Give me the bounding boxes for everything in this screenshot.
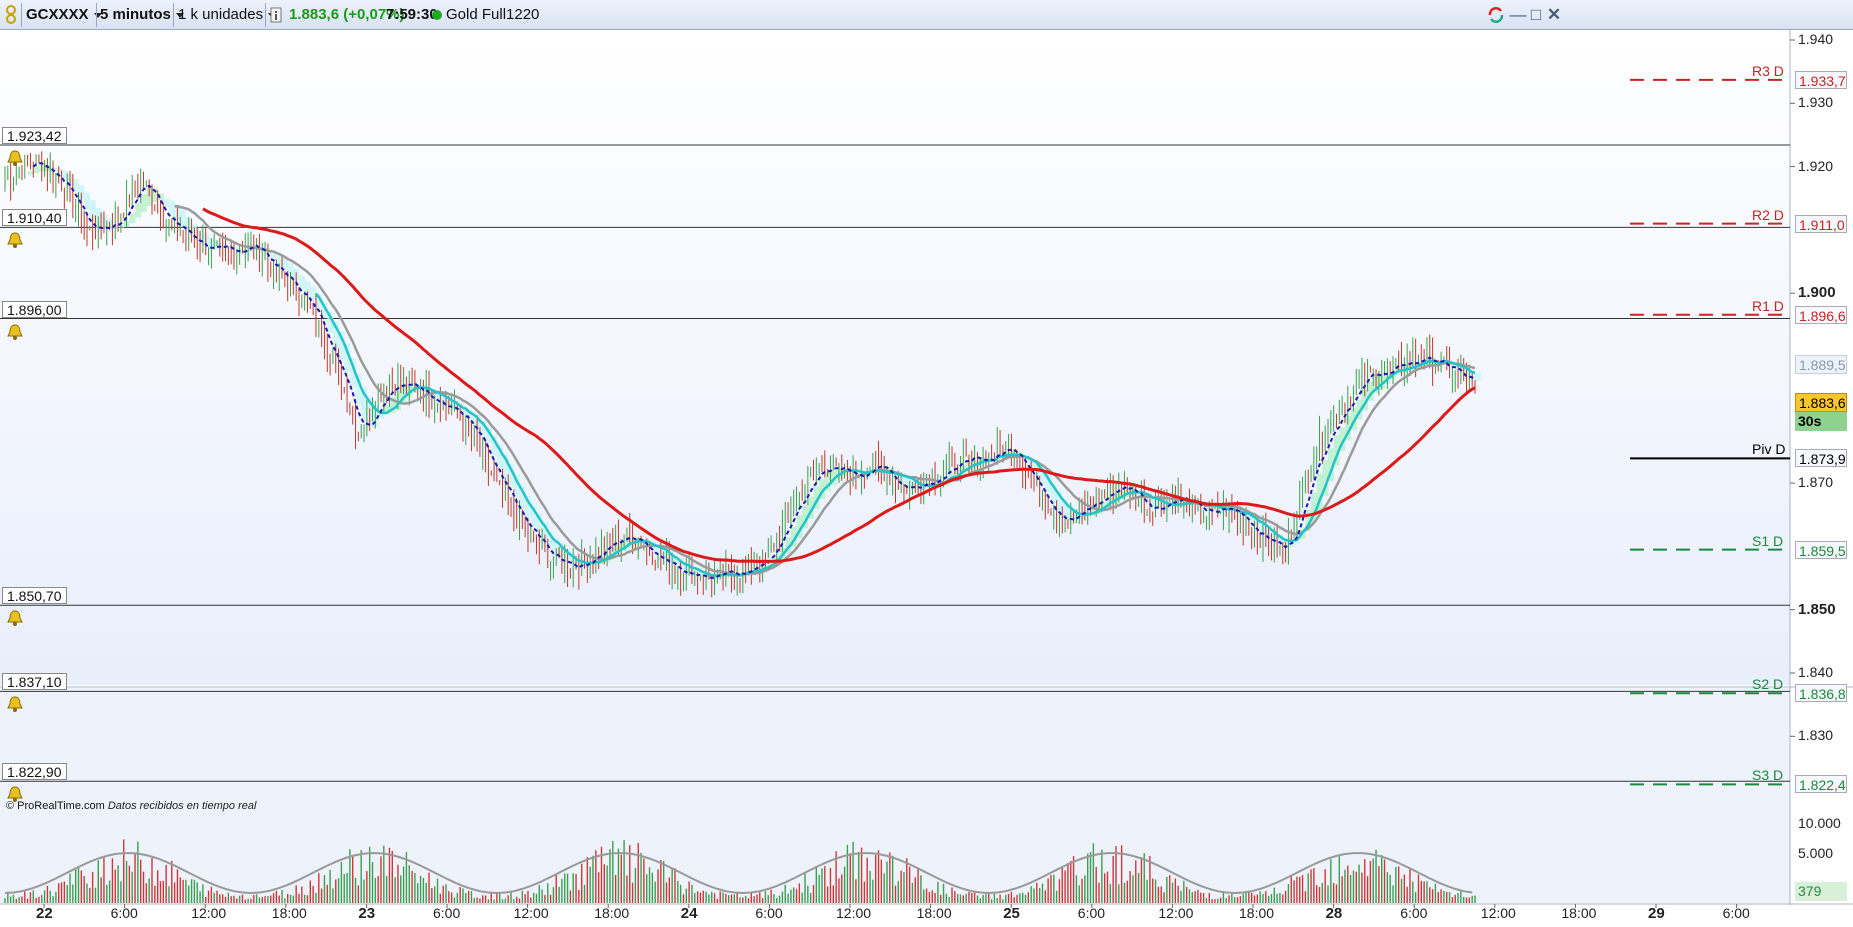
units-label: 1 k unidades <box>178 6 264 23</box>
alert-price-label[interactable]: 1.850,70 <box>2 587 67 605</box>
x-axis-tick-label: 12:00 <box>836 905 872 921</box>
bell-icon[interactable] <box>6 695 24 713</box>
last-update-time: 7:59:30 <box>386 6 438 23</box>
timeframe-label: 5 minutos <box>100 6 171 23</box>
alert-price-label[interactable]: 1.910,40 <box>2 209 67 227</box>
cloud-segment <box>84 192 91 210</box>
pivot-name-label: Piv D <box>1752 441 1786 458</box>
x-axis-tick-label: 12:00 <box>191 905 227 921</box>
price-panel-bg <box>0 30 1790 685</box>
x-axis-tick-label: 25 <box>1003 905 1020 922</box>
x-axis-tick-label: 12:00 <box>513 905 549 921</box>
cloud-segment <box>129 213 136 224</box>
x-axis-tick-label: 18:00 <box>916 905 952 921</box>
current-volume-badge: 379 <box>1795 882 1847 901</box>
alert-price-label[interactable]: 1.837,10 <box>2 673 67 691</box>
y-axis-tick-label: 1.940 <box>1798 31 1834 47</box>
countdown-badge: 30s <box>1795 412 1847 431</box>
cloud-segment <box>180 209 187 228</box>
cloud-segment <box>135 203 142 218</box>
ma-gray-label: 1.889,5 <box>1795 355 1847 374</box>
pivot-name-label: R1 D <box>1752 297 1784 314</box>
current-price-badge: 1.883,6 <box>1795 393 1847 412</box>
price-chart[interactable] <box>0 30 1853 927</box>
symbol-selector[interactable]: GCXXXX <box>26 3 102 27</box>
instrument-name: Gold Full1220 <box>446 6 540 23</box>
volume-panel-bg <box>0 688 1790 903</box>
data-status-label: Datos recibidos en tiempo real <box>107 800 257 812</box>
y-axis-tick-label: 1.920 <box>1798 157 1834 174</box>
y-axis-tick-label: 1.850 <box>1798 600 1836 618</box>
pivot-value-label: 1.822,4 <box>1795 775 1847 794</box>
y-axis-tick-label: 1.840 <box>1798 664 1834 680</box>
x-axis-tick-label: 28 <box>1325 905 1343 922</box>
sync-icon[interactable] <box>1486 4 1506 26</box>
pivot-name-label: S1 D <box>1752 532 1784 549</box>
x-axis-tick-label: 12:00 <box>1158 905 1194 921</box>
bell-icon[interactable] <box>6 231 24 249</box>
x-axis-tick-label: 18:00 <box>271 905 307 921</box>
cloud-segment <box>140 193 147 213</box>
x-axis-tick-label: 6:00 <box>755 905 783 921</box>
units-selector[interactable]: 1 k unidades <box>178 3 277 27</box>
pivot-value-label: 1.859,5 <box>1795 540 1847 559</box>
cloud-segment <box>163 198 170 207</box>
volume-axis-tick-label: 5.000 <box>1798 845 1834 861</box>
x-axis-tick-label: 6:00 <box>1722 905 1750 921</box>
x-axis-tick-label: 24 <box>680 905 698 922</box>
alert-price-label[interactable]: 1.896,00 <box>2 300 67 318</box>
cloud-segment <box>61 170 68 180</box>
x-axis-tick-label: 22 <box>36 905 53 922</box>
pivot-name-label: R3 D <box>1752 62 1784 79</box>
pivot-value-label: 1.933,7 <box>1795 70 1847 89</box>
x-axis-tick-label: 6:00 <box>1400 905 1428 921</box>
status-dot-icon <box>431 3 443 27</box>
pivot-value-label: 1.836,8 <box>1795 684 1847 703</box>
bell-icon[interactable] <box>6 149 24 167</box>
pivot-value-label: 1.873,9 <box>1795 449 1847 468</box>
x-axis-tick-label: 18:00 <box>594 905 630 921</box>
x-axis-tick-label: 23 <box>358 905 376 922</box>
timeframe-selector[interactable]: 5 minutos <box>100 3 184 27</box>
pivot-value-label: 1.896,6 <box>1795 305 1847 324</box>
x-axis-tick-label: 6:00 <box>110 905 138 921</box>
pivot-name-label: R2 D <box>1752 206 1784 223</box>
close-icon[interactable]: ✕ <box>1544 4 1564 26</box>
cloud-segment <box>33 166 40 174</box>
x-axis-tick-label: 12:00 <box>1480 905 1516 921</box>
cloud-segment <box>299 275 305 290</box>
y-axis-tick-label: 1.830 <box>1798 727 1834 744</box>
info-icon[interactable] <box>270 3 282 27</box>
x-axis-tick-label: 6:00 <box>433 905 461 921</box>
alert-price-label[interactable]: 1.923,42 <box>2 126 67 144</box>
toolbar: GCXXXX 5 minutos 1 k unidades 1.883,6 (+… <box>0 0 1853 30</box>
footer-status: © ProRealTime.com Datos recibidos en tie… <box>6 800 256 812</box>
bell-icon[interactable] <box>6 609 24 627</box>
x-axis-tick-label: 18:00 <box>1561 905 1597 921</box>
cloud-segment <box>1475 372 1481 381</box>
pivot-value-label: 1.911,0 <box>1795 214 1847 233</box>
y-axis-tick-label: 1.930 <box>1798 94 1834 111</box>
minimize-icon[interactable]: — <box>1508 4 1528 26</box>
y-axis-tick-label: 1.900 <box>1798 284 1836 302</box>
x-axis-tick-label: 6:00 <box>1077 905 1106 921</box>
maximize-icon[interactable]: □ <box>1526 4 1546 26</box>
symbol-label: GCXXXX <box>26 6 89 23</box>
alert-price-label[interactable]: 1.822,90 <box>2 763 67 781</box>
x-axis-tick-label: 18:00 <box>1239 905 1275 921</box>
pivot-name-label: S2 D <box>1752 676 1784 693</box>
cloud-segment <box>27 171 34 175</box>
pivot-name-label: S3 D <box>1752 767 1784 784</box>
volume-axis-tick-label: 10.000 <box>1798 815 1841 831</box>
y-axis-tick-label: 1.870 <box>1798 474 1834 491</box>
x-axis-tick-label: 29 <box>1648 905 1665 922</box>
bell-icon[interactable] <box>6 323 24 341</box>
brand-label: © ProRealTime.com <box>6 800 105 812</box>
link-icon[interactable] <box>4 3 20 27</box>
